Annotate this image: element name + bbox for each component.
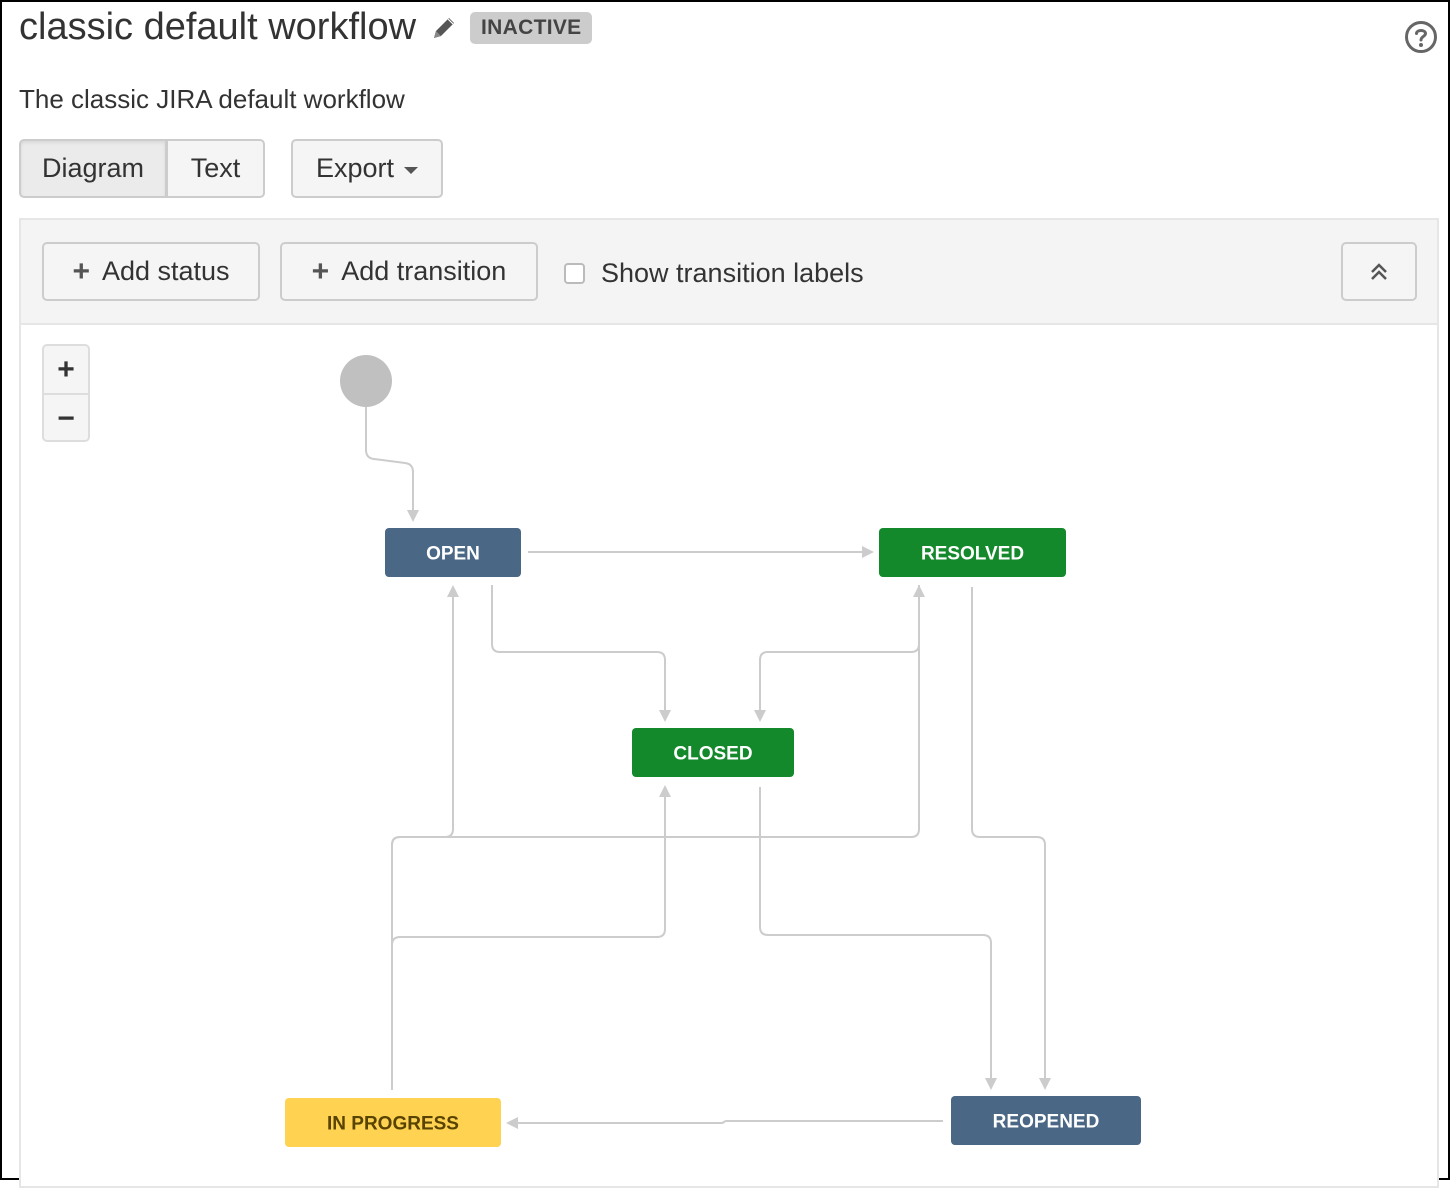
- status-node-in-progress[interactable]: IN PROGRESS: [285, 1098, 501, 1147]
- transition-resolved-to-reopened[interactable]: [971, 587, 1051, 1090]
- status-node-label: OPEN: [426, 544, 480, 565]
- status-node-label: REOPENED: [993, 1112, 1100, 1133]
- transition-in-progress-to-resolved[interactable]: [391, 585, 925, 1090]
- transition-initial-to-open[interactable]: [365, 407, 419, 522]
- transition-in-progress-to-open[interactable]: [391, 585, 459, 1090]
- status-node-open[interactable]: OPEN: [385, 528, 521, 577]
- status-node-resolved[interactable]: RESOLVED: [879, 528, 1066, 577]
- transition-in-progress-to-closed[interactable]: [391, 785, 671, 1090]
- workflow-page: classic default workflow INACTIVE The cl…: [0, 0, 1450, 1188]
- status-node-label: IN PROGRESS: [327, 1114, 459, 1135]
- status-node-label: RESOLVED: [921, 544, 1024, 565]
- transition-closed-to-reopened[interactable]: [759, 787, 997, 1090]
- transition-open-to-closed[interactable]: [491, 585, 671, 722]
- transition-reopened-to-in-progress[interactable]: [506, 1117, 943, 1129]
- initial-node[interactable]: [340, 355, 392, 407]
- status-node-label: CLOSED: [673, 744, 752, 765]
- workflow-diagram: OPEN RESOLVED CLOSED IN PROGRESS REOPENED: [285, 355, 1141, 1147]
- transition-resolved-to-closed[interactable]: [754, 585, 920, 722]
- status-node-reopened[interactable]: REOPENED: [951, 1096, 1141, 1145]
- status-node-closed[interactable]: CLOSED: [632, 728, 794, 777]
